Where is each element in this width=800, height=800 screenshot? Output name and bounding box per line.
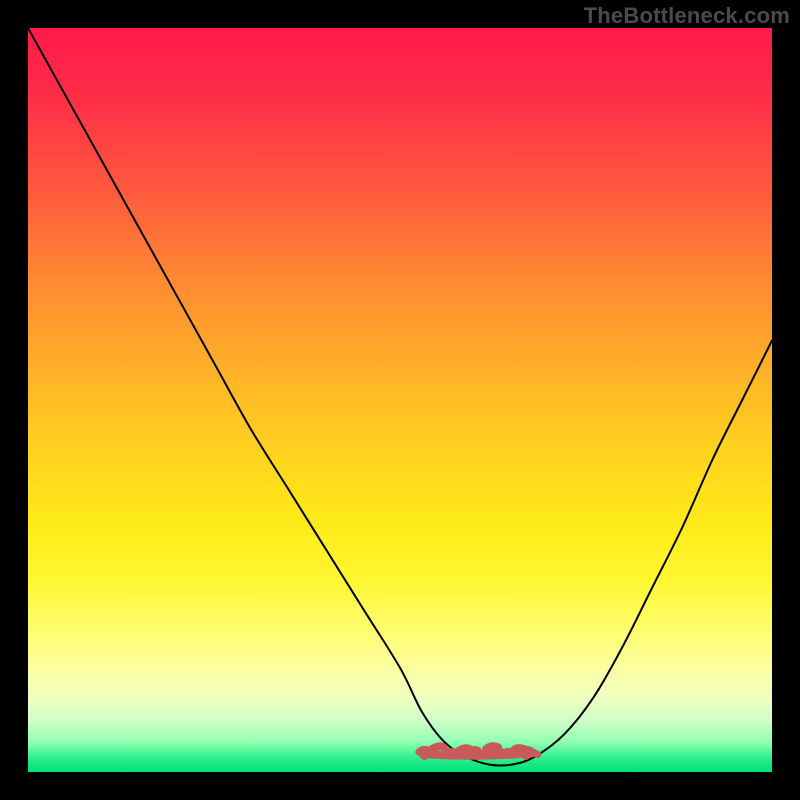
valley-accent-stroke xyxy=(432,746,444,749)
valley-accent-connector xyxy=(422,753,534,756)
valley-accent-stroke xyxy=(466,749,478,752)
watermark-text: TheBottleneck.com xyxy=(584,3,790,29)
main-curve xyxy=(28,28,772,766)
plot-area xyxy=(28,28,772,772)
curve-layer xyxy=(28,28,772,772)
valley-accent xyxy=(418,746,538,756)
chart-frame: TheBottleneck.com xyxy=(0,0,800,800)
